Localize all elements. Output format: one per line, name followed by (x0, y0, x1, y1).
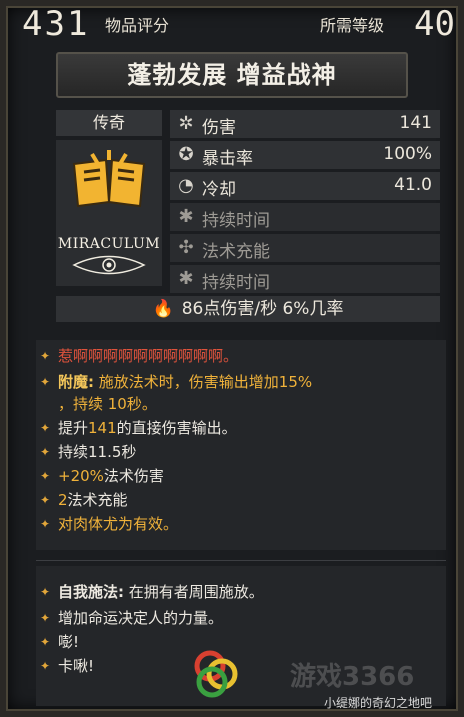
stat-value: 41.0 (394, 175, 432, 195)
brand-logo-text: MIRACULUM (57, 236, 161, 252)
effects-panel: ✦ 惹啊啊啊啊啊啊啊啊啊啊。 ✦ 附魔: 施放法术时，伤害输出增加15% ，持续 1… (36, 340, 446, 550)
stat-value: 100% (383, 144, 432, 164)
watermark-user-text: 小缇娜的奇幻之地吧 (324, 696, 433, 710)
stat-name: 伤害 (202, 118, 236, 138)
item-score-label: 物品评分 (105, 16, 170, 35)
stat-row-damage: ✲ 伤害 141 (170, 110, 440, 138)
damage-icon: ✲ (178, 113, 194, 134)
self-cast-line: ✦ 增加命运决定人的力量。 (40, 609, 224, 627)
watermark-logo-icon (194, 650, 238, 698)
rarity-badge: 传奇 (56, 110, 162, 136)
eye-emblem-icon (72, 255, 146, 275)
stat-value: 141 (399, 113, 432, 133)
stat-row-duration-2: ✱ 持续时间 (170, 265, 440, 293)
self-cast-line: ✦ 卡啾! (40, 657, 95, 675)
stat-name: 持续时间 (202, 273, 270, 293)
stat-row-crit: ✪ 暴击率 100% (170, 141, 440, 169)
duration-icon: ✱ (178, 206, 194, 227)
charge-icon: ✣ (178, 237, 194, 258)
flame-icon: 🔥 (152, 299, 174, 319)
effect-line-enchant: ✦ 附魔: 施放法术时，伤害输出增加15% (40, 373, 313, 391)
dps-text: 86点伤害/秒 6%几率 (181, 299, 344, 319)
effect-line: ✦ 惹啊啊啊啊啊啊啊啊啊啊。 (40, 347, 239, 365)
spellbook-icon (72, 150, 146, 208)
self-cast-line: ✦ 自我施法: 在拥有者周围施放。 (40, 583, 264, 601)
effect-line: ✦ 提升141的直接伤害输出。 (40, 419, 237, 437)
effect-line: ✦ +20%法术伤害 (40, 467, 164, 485)
stat-name: 法术充能 (202, 242, 270, 262)
item-name: 蓬勃发展 增益战神 (56, 52, 408, 98)
effect-line: ✦ 2法术充能 (40, 491, 128, 509)
effect-line-enchant-cont: ，持续 10秒。 (58, 395, 157, 413)
self-cast-line: ✦ 嘭! (40, 633, 80, 651)
dps-bar: 🔥 86点伤害/秒 6%几率 (56, 296, 440, 322)
item-score: 431 (22, 4, 90, 44)
item-icon-panel: MIRACULUM (56, 140, 162, 286)
effect-line: ✦ 对肉体尤为有效。 (40, 515, 179, 533)
stat-name: 冷却 (202, 180, 236, 200)
cooldown-icon: ◔ (178, 175, 194, 196)
stat-name: 暴击率 (202, 149, 253, 169)
tooltip-header: 431 物品评分 所需等级 40 (10, 4, 455, 44)
effect-line: ✦ 持续11.5秒 (40, 443, 137, 461)
stat-row-cooldown: ◔ 冷却 41.0 (170, 172, 440, 200)
stat-name: 持续时间 (202, 211, 270, 231)
stat-row-charges: ✣ 法术充能 (170, 234, 440, 262)
stat-row-duration: ✱ 持续时间 (170, 203, 440, 231)
crit-icon: ✪ (178, 144, 194, 165)
required-level-label: 所需等级 (320, 16, 385, 35)
watermark-site-text: 游戏3366 (290, 662, 415, 692)
section-divider (36, 560, 446, 561)
required-level-value: 40 (414, 4, 455, 44)
duration-icon: ✱ (178, 268, 194, 289)
